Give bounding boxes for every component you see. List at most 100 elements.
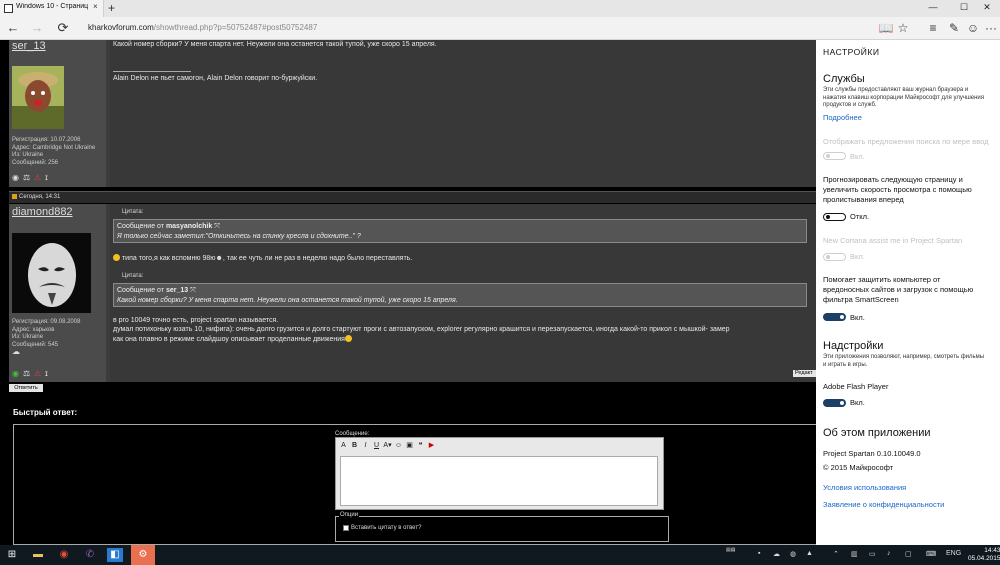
skype-tray-icon[interactable]: ☁ (773, 550, 780, 558)
image-icon[interactable]: ▣ (404, 441, 415, 449)
reading-view-icon[interactable]: 📖 (878, 21, 894, 35)
tray-icon[interactable]: ▪ (758, 550, 760, 557)
close-window-button[interactable]: ✕ (974, 2, 1000, 13)
smartscreen-label: Помогает защитить компьютер от вредоносны… (823, 275, 974, 304)
store-icon[interactable]: ◧ (107, 548, 123, 562)
address-bar[interactable]: kharkovforum.com/showthread.php?p=507524… (88, 23, 317, 32)
bold-icon[interactable]: B (349, 442, 360, 449)
message-editor: A B I U A▾ ☺ ▣ ❝ ▶ (335, 437, 664, 510)
profile-icon[interactable]: ◉ (12, 369, 23, 378)
prefetch-toggle[interactable] (823, 213, 846, 221)
services-description: Эти службы предоставляют ваш журнал брау… (823, 87, 985, 108)
forward-button[interactable]: → (28, 20, 46, 35)
more-actions-icon[interactable]: ··· (983, 21, 999, 35)
back-button[interactable]: ← (4, 20, 22, 35)
taskbar: ⊞ ▬ ◉ ✆ ◧ ⚙ ▤▤ ▪ ☁ ◍ ▲ ⌃ ▥ ▭ ♪ ▢ ⌨ ENG 1… (0, 545, 1000, 565)
addons-title: Надстройки (823, 340, 884, 352)
quote-author[interactable]: masyanolchik (166, 223, 212, 230)
flash-label: Adobe Flash Player (823, 382, 889, 391)
minimize-button[interactable]: — (920, 2, 946, 12)
close-tab-icon[interactable]: × (93, 2, 98, 11)
privacy-link[interactable]: Заявление о конфиденциальности (823, 500, 944, 509)
settings-pane: НАСТРОЙКИ Службы Эти службы предоставляю… (816, 40, 1000, 545)
prefetch-state: Откл. (850, 212, 870, 221)
user-avatar[interactable] (12, 66, 64, 129)
volume-icon[interactable]: ♪ (887, 550, 891, 557)
smartscreen-toggle[interactable] (823, 313, 846, 321)
message-textarea[interactable] (340, 456, 658, 506)
options-fieldset: Опции Вставить цитату в ответ? (335, 512, 669, 542)
goto-post-icon[interactable]: ⤧ (214, 223, 220, 230)
profile-icon[interactable]: ◉ (12, 173, 23, 182)
web-note-icon[interactable]: ✎ (946, 21, 962, 35)
editor-toolbar: A B I U A▾ ☺ ▣ ❝ ▶ (338, 441, 437, 449)
italic-icon[interactable]: I (360, 442, 371, 449)
quote-checkbox[interactable] (343, 525, 349, 531)
quote-label: Цитата: (122, 273, 144, 279)
tray-icon[interactable]: ◍ (790, 550, 796, 558)
report-icon[interactable]: ⚠ (34, 369, 45, 378)
flash-state: Вкл. (850, 398, 865, 407)
file-explorer-icon[interactable]: ▬ (30, 548, 46, 562)
chevron-up-icon[interactable]: ⌃ (833, 550, 839, 558)
start-button[interactable]: ⊞ (4, 548, 20, 562)
new-tab-button[interactable]: + (108, 1, 115, 15)
report-icon[interactable]: ⚠ (34, 173, 45, 182)
page-content: ser_13 Регистрация: 10.07.2006 Адрес: Ca… (0, 40, 816, 545)
site-favicon-icon (4, 4, 13, 13)
cortana-toggle[interactable] (823, 253, 846, 261)
quote-icon[interactable]: ❝ (415, 441, 426, 449)
clock[interactable]: 14:43 05.04.2015 (968, 547, 1000, 563)
favorite-star-icon[interactable]: ☆ (895, 21, 911, 35)
youtube-icon[interactable]: ▶ (426, 441, 437, 449)
reply-button[interactable]: Ответить (9, 384, 43, 392)
chrome-icon[interactable]: ◉ (56, 548, 72, 562)
active-app-icon[interactable]: ⚙ (131, 545, 155, 565)
action-center-icon[interactable]: ▢ (905, 550, 912, 558)
refresh-button[interactable]: ⟳ (54, 20, 72, 36)
post-username[interactable]: diamond882 (12, 206, 73, 218)
search-suggestions-label: Отображать предложения поиска по мере вв… (823, 137, 989, 146)
goto-post-icon[interactable]: ⤧ (190, 287, 196, 294)
browser-tab[interactable]: Windows 10 - Страница... × (0, 0, 104, 17)
reputation-icon[interactable]: ⚖ (23, 369, 34, 378)
text-color-icon[interactable]: A▾ (382, 441, 393, 449)
quote-block: Сообщение от ser_13 ⤧ Какой номер сборки… (113, 283, 807, 307)
post-text-line: думал потихоньку юзать 10, нифига): очен… (113, 326, 730, 333)
power-icon[interactable]: ▭ (869, 550, 876, 558)
tray-icon[interactable]: ▲ (806, 550, 813, 557)
prefetch-label: Прогнозировать следующую страницу и увели… (823, 175, 972, 204)
search-suggestions-toggle[interactable] (823, 152, 846, 160)
network-icon[interactable]: ▥ (851, 550, 858, 558)
feedback-smile-icon[interactable]: ☺ (965, 21, 981, 35)
viber-icon[interactable]: ✆ (82, 548, 98, 562)
ip-icon[interactable]: ɪ (45, 173, 56, 182)
quote-label: Цитата: (122, 209, 144, 215)
language-indicator[interactable]: ENG (946, 550, 961, 557)
more-info-link[interactable]: Подробнее (823, 113, 862, 122)
hub-icon[interactable]: ≡ (925, 21, 941, 35)
smilie-icon[interactable]: ☺ (393, 442, 404, 449)
terms-link[interactable]: Условия использования (823, 483, 906, 492)
quote-author[interactable]: ser_13 (166, 287, 188, 294)
cortana-state: Вкл. (850, 252, 865, 261)
post-action-icons: ◉ ⚖ ⚠ ɪ (12, 173, 56, 182)
smile-icon (113, 254, 120, 261)
resource-meter-icon[interactable]: ▤▤ (726, 547, 735, 553)
flash-toggle[interactable] (823, 399, 846, 407)
tab-title: Windows 10 - Страница... (16, 3, 88, 10)
quick-reply-title: Быстрый ответ: (13, 408, 78, 417)
user-avatar[interactable] (12, 233, 91, 313)
skype-icon[interactable]: ☁ (12, 347, 20, 356)
options-legend: Опции (339, 512, 360, 518)
keyboard-icon[interactable]: ⌨ (926, 550, 936, 558)
font-icon[interactable]: A (338, 442, 349, 449)
quote-text: Какой номер сборки? У меня спарта нет. Н… (117, 297, 458, 304)
underline-icon[interactable]: U (371, 442, 382, 449)
edit-button[interactable]: Редакт (793, 370, 816, 377)
post-username[interactable]: ser_13 (12, 40, 46, 52)
ip-icon[interactable]: ɪ (45, 369, 56, 378)
post-text: Какой номер сборки? У меня спарта нет. Н… (113, 41, 437, 48)
reputation-icon[interactable]: ⚖ (23, 173, 34, 182)
forum-post: ser_13 Регистрация: 10.07.2006 Адрес: Ca… (9, 40, 816, 187)
